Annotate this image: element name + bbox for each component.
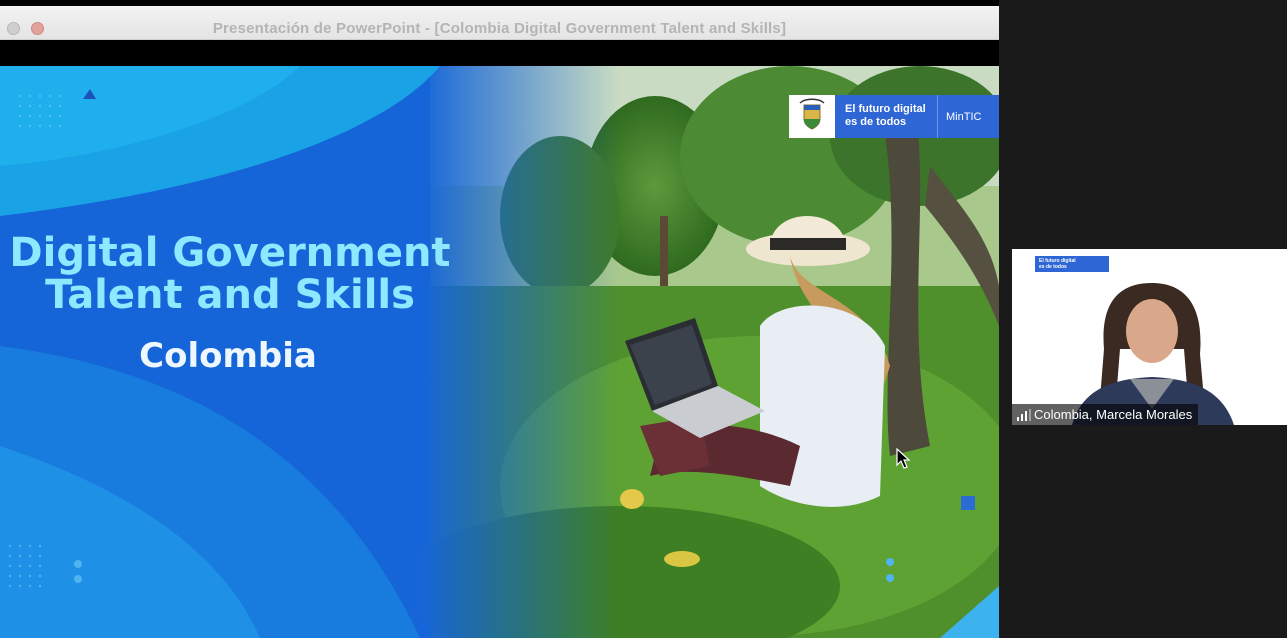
- colombia-coat-of-arms-icon: [789, 95, 835, 138]
- participant-name: Colombia, Marcela Morales: [1034, 407, 1193, 422]
- slide-title-line-2: Talent and Skills: [45, 272, 415, 318]
- brand-slogan: El futuro digital es de todos: [845, 103, 926, 128]
- slide-title-line-1: Digital Government: [9, 230, 451, 276]
- slide-subtitle: Colombia: [139, 336, 317, 376]
- brand-divider: [937, 95, 938, 138]
- signal-bars-icon: [1017, 409, 1031, 421]
- participant-video-tile[interactable]: El futuro digital es de todos: [1012, 249, 1287, 425]
- mouse-cursor-icon: [896, 448, 911, 469]
- mintic-brand-banner: El futuro digital es de todos MinTIC: [789, 95, 999, 138]
- participant-video: [1072, 283, 1234, 425]
- presentation-slide: Digital Government Talent and Skills Col…: [0, 66, 999, 638]
- window-title: Presentación de PowerPoint - [Colombia D…: [212, 20, 787, 37]
- shared-screen-window: Presentación de PowerPoint - [Colombia D…: [0, 0, 999, 638]
- window-titlebar: Presentación de PowerPoint - [Colombia D…: [0, 6, 999, 40]
- participant-nameplate: Colombia, Marcela Morales: [1012, 404, 1199, 425]
- brand-ministry: MinTIC: [946, 111, 982, 123]
